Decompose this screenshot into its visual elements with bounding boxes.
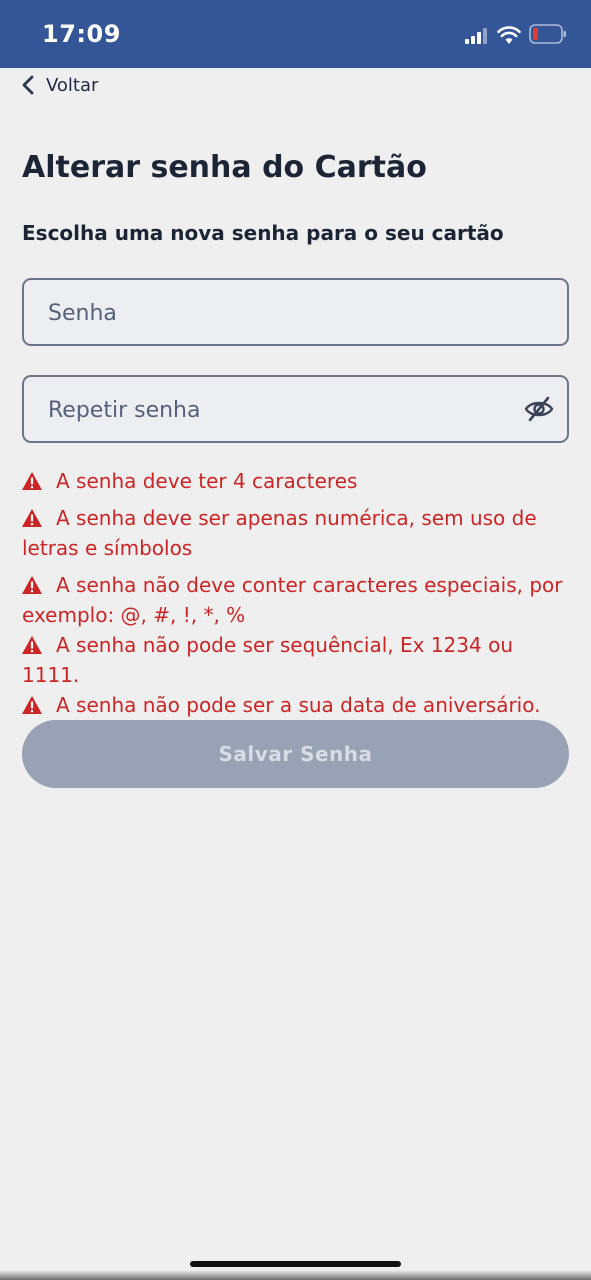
back-button[interactable]: Voltar: [20, 72, 98, 98]
warning-icon: [22, 576, 42, 594]
error-text: A senha deve ser apenas numérica, sem us…: [22, 506, 537, 560]
repeat-password-field-box: [22, 375, 569, 443]
save-password-button[interactable]: Salvar Senha: [22, 720, 569, 788]
error-message: A senha deve ser apenas numérica, sem us…: [22, 503, 572, 563]
password-field-box: [22, 278, 569, 346]
status-time: 17:09: [42, 20, 121, 48]
page-subtitle: Escolha uma nova senha para o seu cartão: [22, 221, 504, 245]
warning-icon: [22, 636, 42, 654]
wifi-icon: [497, 26, 521, 44]
error-message: A senha não pode ser sequêncial, Ex 1234…: [22, 630, 572, 690]
page-title: Alterar senha do Cartão: [22, 150, 427, 185]
chevron-left-icon: [22, 75, 34, 95]
eye-slash-icon[interactable]: [523, 393, 555, 425]
password-input[interactable]: [46, 280, 520, 346]
repeat-password-input[interactable]: [46, 377, 520, 443]
error-message: A senha deve ter 4 caracteres: [22, 466, 572, 496]
error-text: A senha não pode ser a sua data de anive…: [56, 693, 541, 717]
password-rules-list: A senha deve ter 4 caracteres A senha de…: [22, 466, 572, 720]
back-label: Voltar: [46, 74, 99, 96]
error-message: A senha não pode ser a sua data de anive…: [22, 690, 572, 720]
warning-icon: [22, 696, 42, 714]
warning-icon: [22, 509, 42, 527]
status-bar: 17:09: [0, 0, 591, 68]
error-message: A senha não deve conter caracteres espec…: [22, 570, 572, 630]
battery-low-icon: [529, 24, 566, 44]
bottom-edge: [0, 1270, 591, 1280]
error-text: A senha não deve conter caracteres espec…: [22, 573, 563, 627]
home-indicator[interactable]: [190, 1261, 401, 1267]
warning-icon: [22, 472, 42, 490]
error-text: A senha não pode ser sequêncial, Ex 1234…: [22, 633, 514, 687]
signal-icon: [465, 28, 487, 44]
error-text: A senha deve ter 4 caracteres: [56, 469, 358, 493]
